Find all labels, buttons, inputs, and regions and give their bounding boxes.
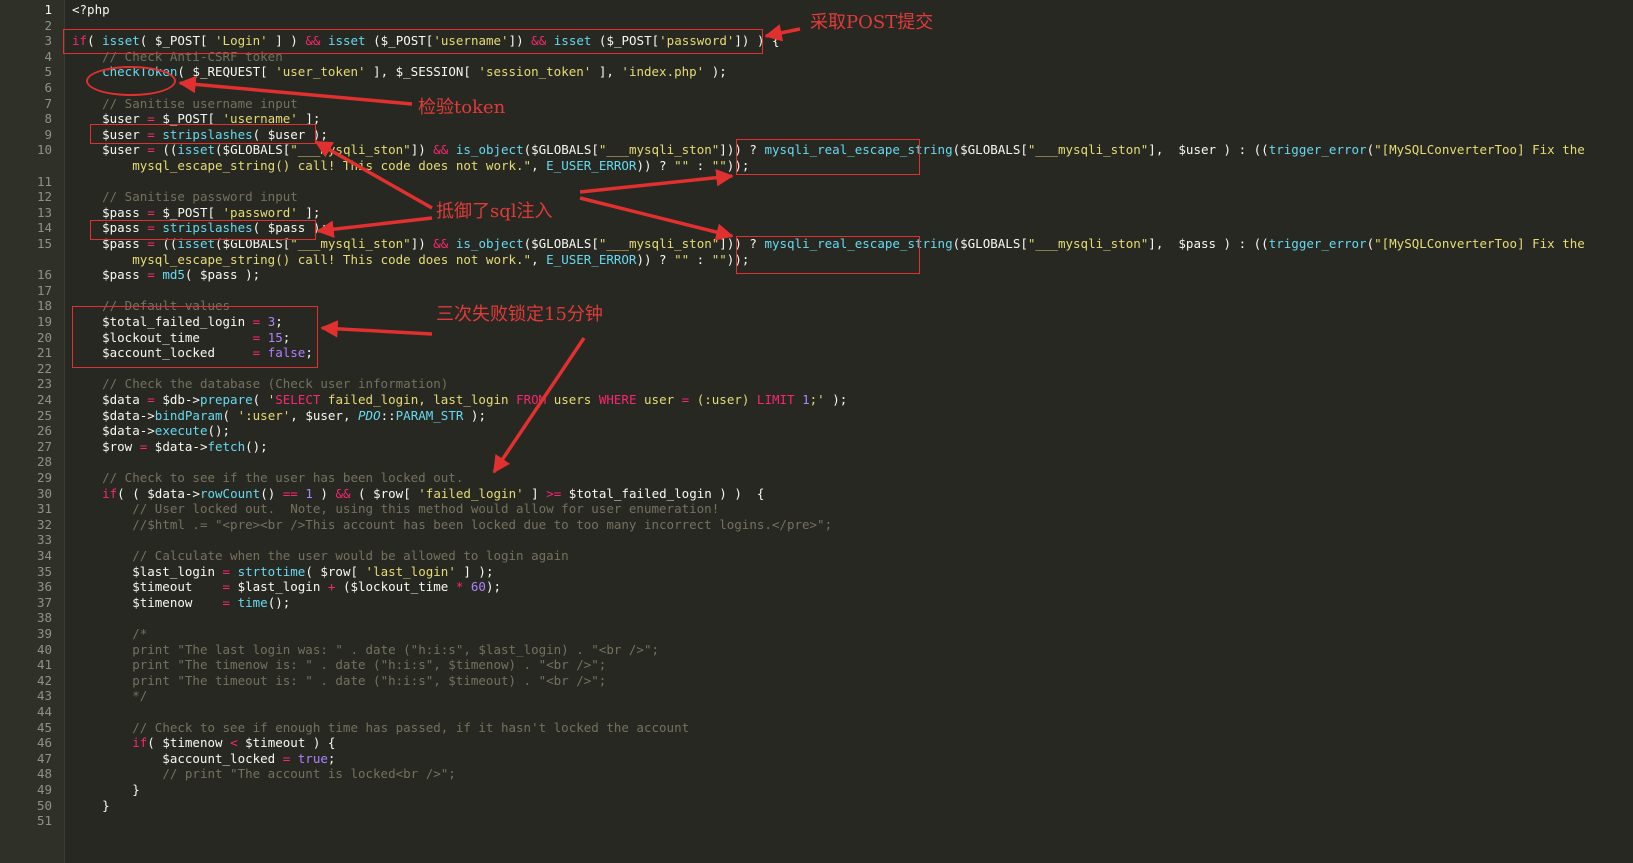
arrow-sqli-user (314, 140, 433, 210)
arrow-post (764, 24, 801, 42)
arrow-sqli-escape-pass (579, 196, 734, 241)
arrow-sqli-pass (316, 216, 433, 238)
arrow-sqli-escape-user (579, 168, 734, 194)
annotation-arrows (178, 24, 801, 474)
arrow-token (178, 75, 413, 106)
arrow-lockout-check (492, 337, 586, 474)
arrow-lockout-values (320, 320, 433, 338)
